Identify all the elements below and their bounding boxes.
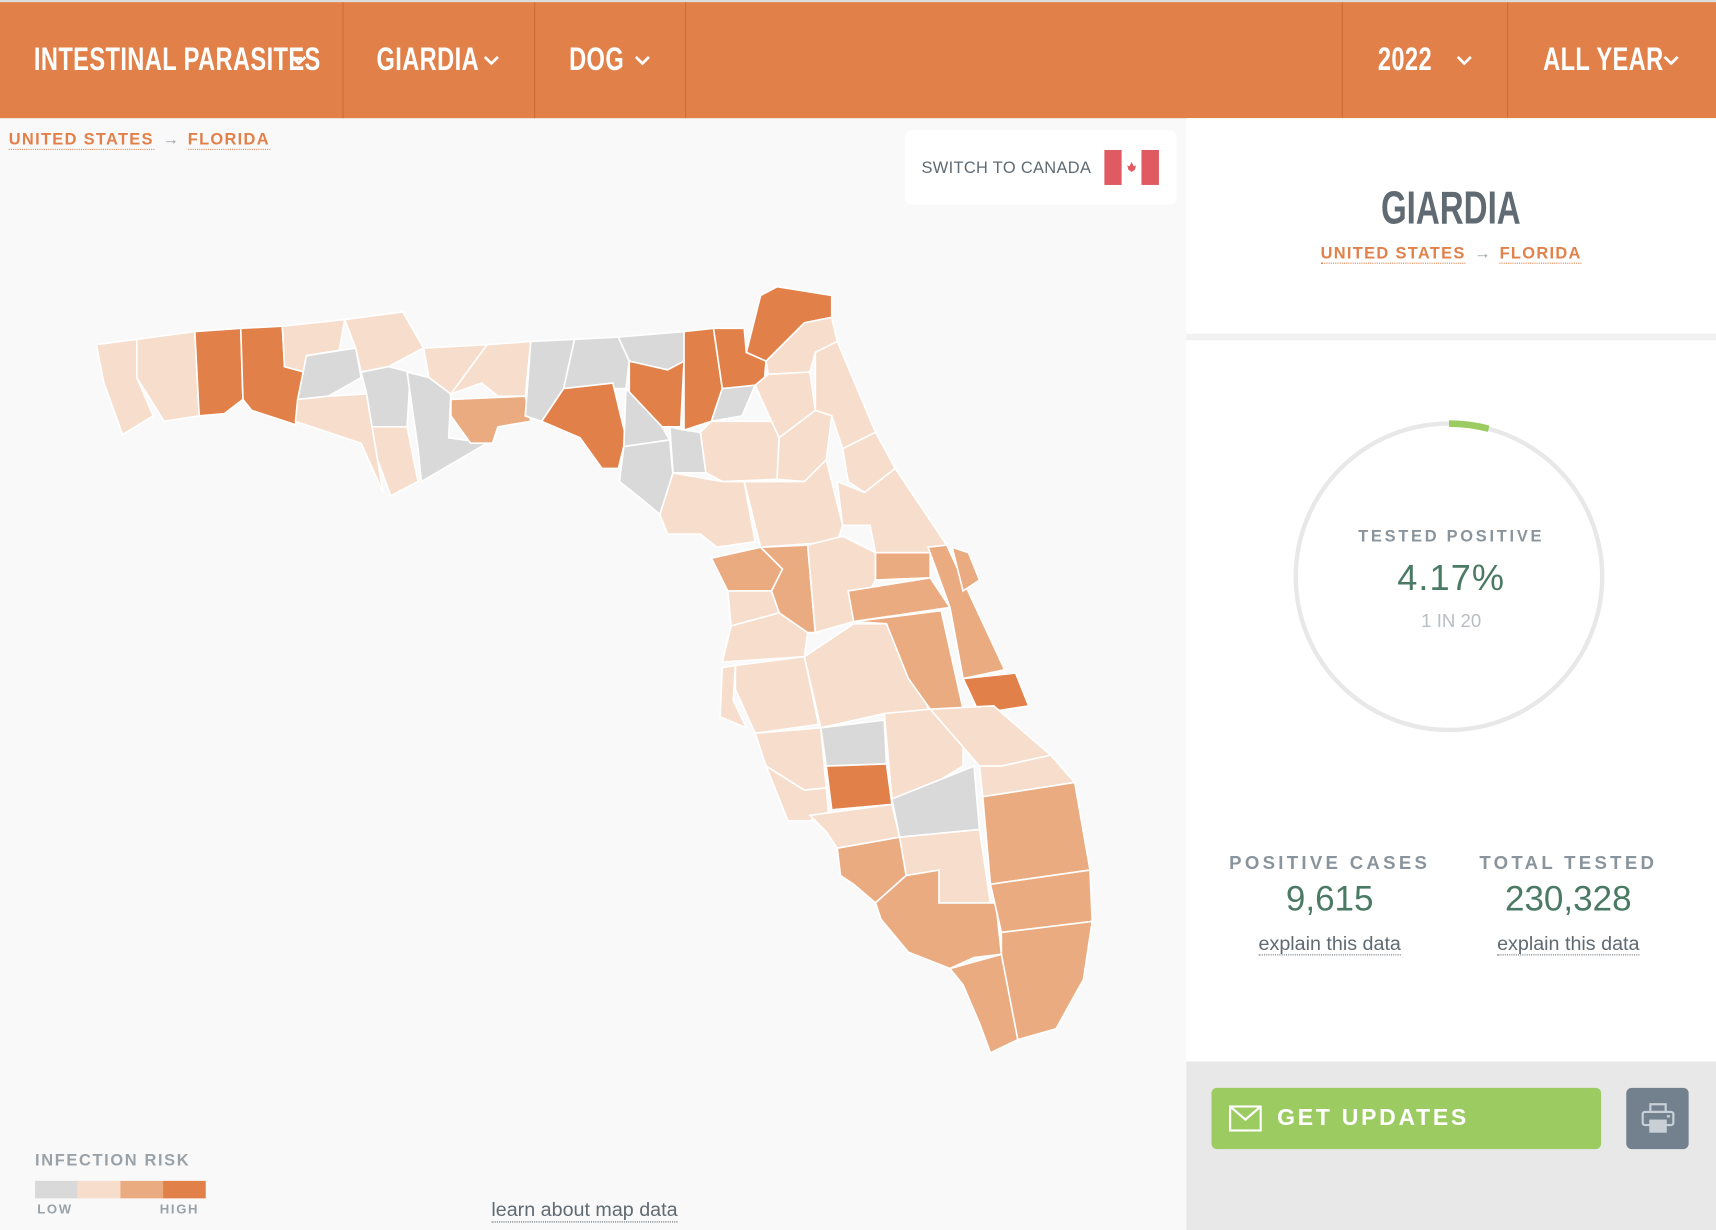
county-region[interactable]	[193, 327, 244, 417]
parasite-dropdown[interactable]: GIARDIA	[344, 2, 536, 119]
county-region[interactable]	[819, 719, 888, 767]
dropdown-label: ALL YEAR	[1543, 41, 1664, 78]
county-region[interactable]	[874, 551, 932, 581]
summary-stats: TESTED POSITIVE 4.17% 1 IN 20 POSITIVE C…	[1186, 340, 1716, 1062]
explain-data-link[interactable]: explain this data	[1497, 932, 1640, 956]
species-dropdown[interactable]: DOG	[535, 2, 687, 119]
legend-swatch-3	[120, 1180, 164, 1199]
stat-value: 9,615	[1285, 878, 1374, 919]
panel-breadcrumb-state-link[interactable]: FLORIDA	[1499, 244, 1582, 264]
chevron-down-icon	[1663, 55, 1679, 66]
breadcrumb-arrow: →	[1474, 244, 1491, 263]
county-region[interactable]	[699, 420, 781, 483]
stat-positive-cases: POSITIVE CASES 9,615 explain this data	[1198, 853, 1461, 956]
county-region[interactable]	[734, 655, 820, 735]
legend-high-label: HIGH	[159, 1201, 200, 1217]
stat-value: 230,328	[1504, 878, 1632, 919]
legend-swatch-low	[35, 1180, 78, 1199]
explain-data-link[interactable]: explain this data	[1258, 932, 1401, 956]
county-region[interactable]	[296, 347, 363, 401]
panel-breadcrumb-country-link[interactable]: UNITED STATES	[1320, 244, 1466, 264]
learn-about-map-data-link[interactable]: learn about map data	[491, 1198, 678, 1223]
legend-swatch-high	[163, 1180, 206, 1199]
page: INTESTINAL PARASITES GIARDIA DOG 2022 AL…	[0, 0, 1716, 1230]
dropdown-label: DOG	[569, 41, 625, 78]
dropdown-label: GIARDIA	[376, 41, 480, 78]
stat-label: POSITIVE CASES	[1229, 852, 1431, 874]
panel-breadcrumb: UNITED STATES → FLORIDA	[1186, 244, 1716, 264]
period-dropdown[interactable]: ALL YEAR	[1508, 2, 1716, 118]
summary-header: GIARDIA UNITED STATES → FLORIDA	[1186, 118, 1716, 334]
gauge-label: TESTED POSITIVE	[1358, 527, 1545, 547]
gauge-value: 4.17%	[1397, 557, 1506, 598]
envelope-icon	[1229, 1105, 1262, 1132]
printer-icon	[1641, 1103, 1674, 1133]
top-filter-bar: INTESTINAL PARASITES GIARDIA DOG 2022 AL…	[0, 0, 1716, 119]
chevron-down-icon	[634, 55, 650, 66]
parasite-group-dropdown[interactable]: INTESTINAL PARASITES	[0, 2, 344, 119]
florida-county-map	[95, 285, 1094, 1054]
print-button[interactable]	[1626, 1087, 1689, 1150]
panel-title: GIARDIA	[1381, 181, 1522, 234]
gauge-ratio: 1 IN 20	[1421, 610, 1482, 632]
dropdown-label: 2022	[1377, 41, 1433, 78]
county-region[interactable]	[371, 425, 419, 497]
county-region[interactable]	[562, 336, 631, 390]
chevron-down-icon	[1456, 55, 1472, 66]
stat-total-tested: TOTAL TESTED 230,328 explain this data	[1437, 853, 1700, 956]
legend-title: INFECTION RISK	[35, 1151, 191, 1170]
county-region[interactable]	[450, 395, 532, 445]
legend-low-label: LOW	[37, 1201, 73, 1217]
legend-swatch-2	[77, 1180, 121, 1199]
chevron-down-icon	[483, 55, 499, 66]
county-region[interactable]	[981, 781, 1091, 886]
county-region[interactable]	[659, 471, 757, 549]
get-updates-label: GET UPDATES	[1277, 1105, 1470, 1131]
county-region[interactable]	[825, 763, 893, 811]
chevron-down-icon	[291, 55, 307, 66]
dropdown-label: INTESTINAL PARASITES	[33, 41, 321, 78]
get-updates-button[interactable]: GET UPDATES	[1211, 1087, 1602, 1150]
year-dropdown[interactable]: 2022	[1343, 2, 1509, 119]
stat-label: TOTAL TESTED	[1479, 852, 1658, 874]
header-spacer	[686, 2, 1343, 119]
gauge-fill	[1448, 420, 1490, 432]
